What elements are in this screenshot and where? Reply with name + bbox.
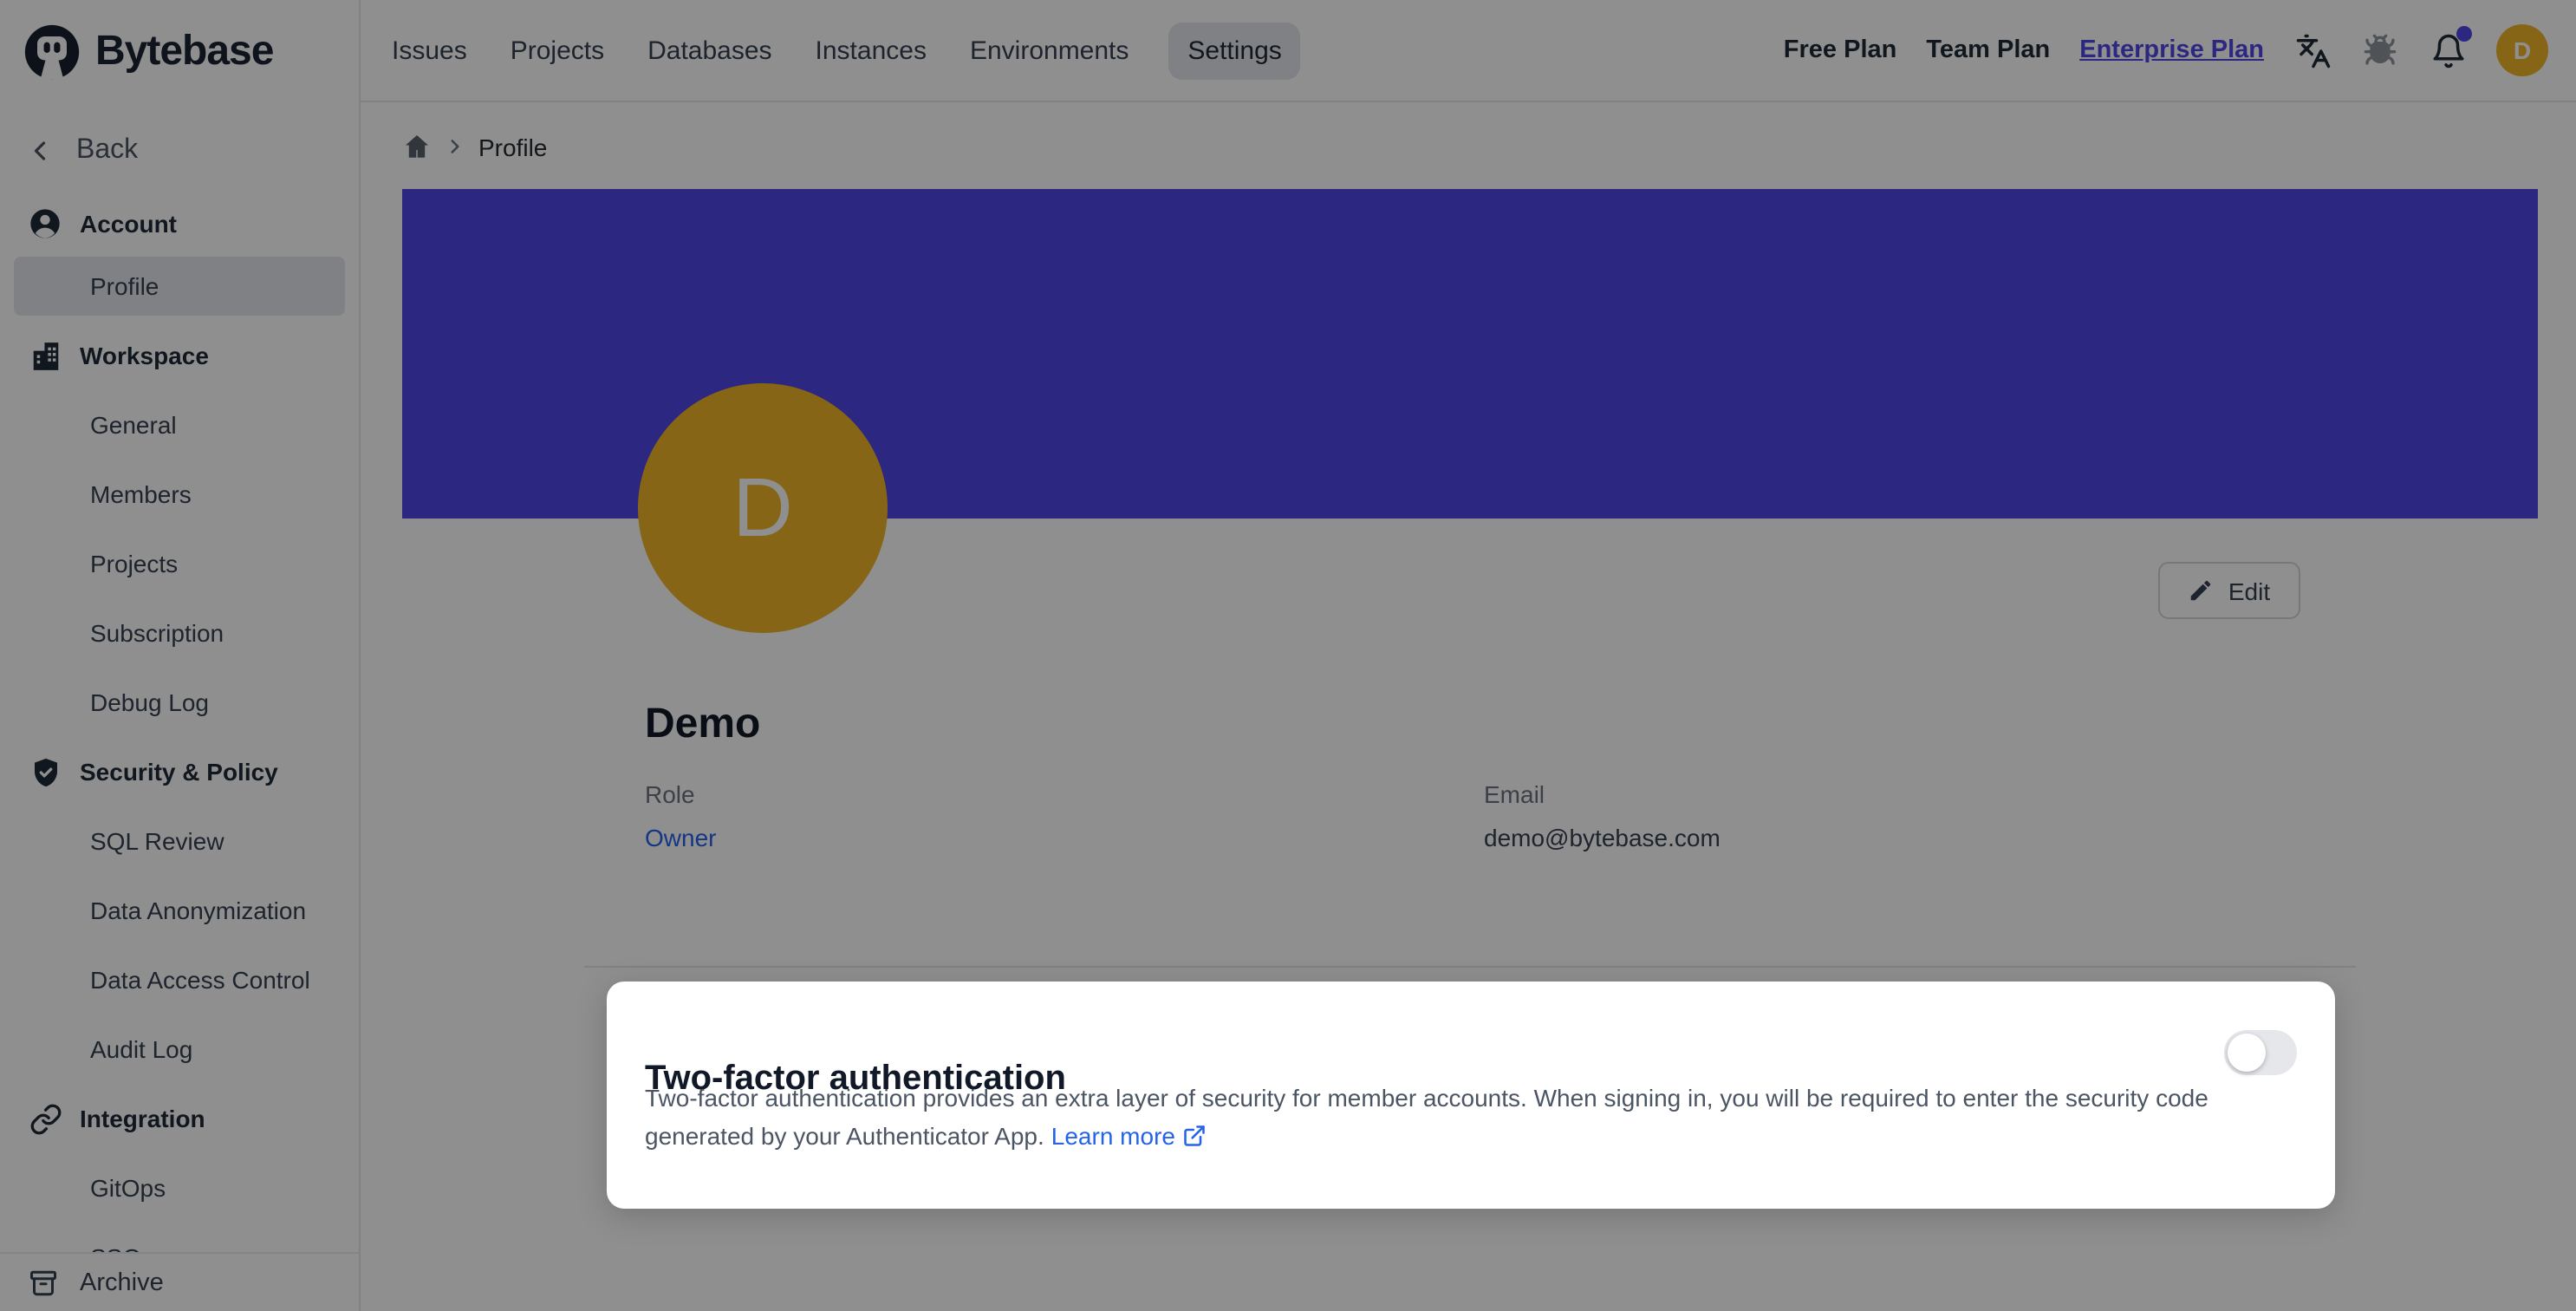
description-line-2: generated by your Authenticator App.Lear… — [645, 1118, 2300, 1155]
two-factor-card: Two-factor authentication Two-factor aut… — [607, 982, 2335, 1209]
toggle-knob — [2228, 1034, 2266, 1072]
description-line-1: Two-factor authentication provides an ex… — [645, 1080, 2300, 1118]
two-factor-toggle[interactable] — [2224, 1030, 2297, 1075]
external-link-icon — [1182, 1123, 1207, 1147]
bytebase-app: Bytebase Back Account Profile Workspace — [0, 0, 2576, 1311]
learn-more-link[interactable]: Learn more — [1051, 1121, 1175, 1149]
two-factor-description: Two-factor authentication provides an ex… — [645, 1080, 2300, 1155]
